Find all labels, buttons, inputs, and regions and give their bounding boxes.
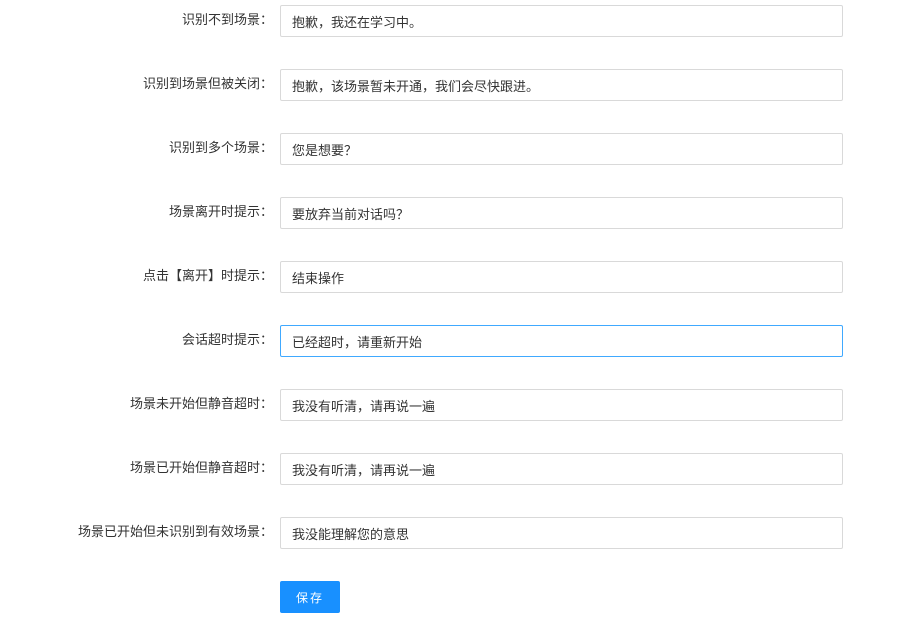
no-valid-scene-input[interactable]: [280, 517, 843, 549]
form-row-silence-before-start: 场景未开始但静音超时：: [0, 389, 906, 421]
form-row-no-valid-scene: 场景已开始但未识别到有效场景：: [0, 517, 906, 549]
scene-closed-label: 识别到场景但被关闭：: [142, 77, 273, 92]
form-row-multiple-scenes: 识别到多个场景：: [0, 133, 906, 165]
scene-closed-input[interactable]: [280, 69, 843, 101]
no-scene-label: 识别不到场景：: [181, 13, 273, 28]
click-leave-label: 点击【离开】时提示：: [142, 269, 273, 284]
session-timeout-label: 会话超时提示：: [181, 333, 273, 348]
multiple-scenes-label: 识别到多个场景：: [168, 141, 273, 156]
silence-after-start-label: 场景已开始但静音超时：: [129, 461, 273, 476]
click-leave-input[interactable]: [280, 261, 843, 293]
multiple-scenes-input[interactable]: [280, 133, 843, 165]
silence-after-start-input[interactable]: [280, 453, 843, 485]
silence-before-start-label: 场景未开始但静音超时：: [129, 397, 273, 412]
settings-form: 识别不到场景： 识别到场景但被关闭： 识别到多个场景： 场景离开时提示： 点击【…: [0, 0, 906, 634]
silence-before-start-input[interactable]: [280, 389, 843, 421]
no-scene-input[interactable]: [280, 5, 843, 37]
session-timeout-input[interactable]: [280, 325, 843, 357]
form-row-session-timeout: 会话超时提示：: [0, 325, 906, 357]
save-button[interactable]: 保存: [280, 581, 340, 613]
form-row-scene-closed: 识别到场景但被关闭：: [0, 69, 906, 101]
form-row-silence-after-start: 场景已开始但静音超时：: [0, 453, 906, 485]
scene-leave-label: 场景离开时提示：: [168, 205, 273, 220]
scene-leave-input[interactable]: [280, 197, 843, 229]
form-row-no-scene: 识别不到场景：: [0, 5, 906, 37]
no-valid-scene-label: 场景已开始但未识别到有效场景：: [77, 525, 273, 540]
form-row-click-leave: 点击【离开】时提示：: [0, 261, 906, 293]
form-row-scene-leave: 场景离开时提示：: [0, 197, 906, 229]
